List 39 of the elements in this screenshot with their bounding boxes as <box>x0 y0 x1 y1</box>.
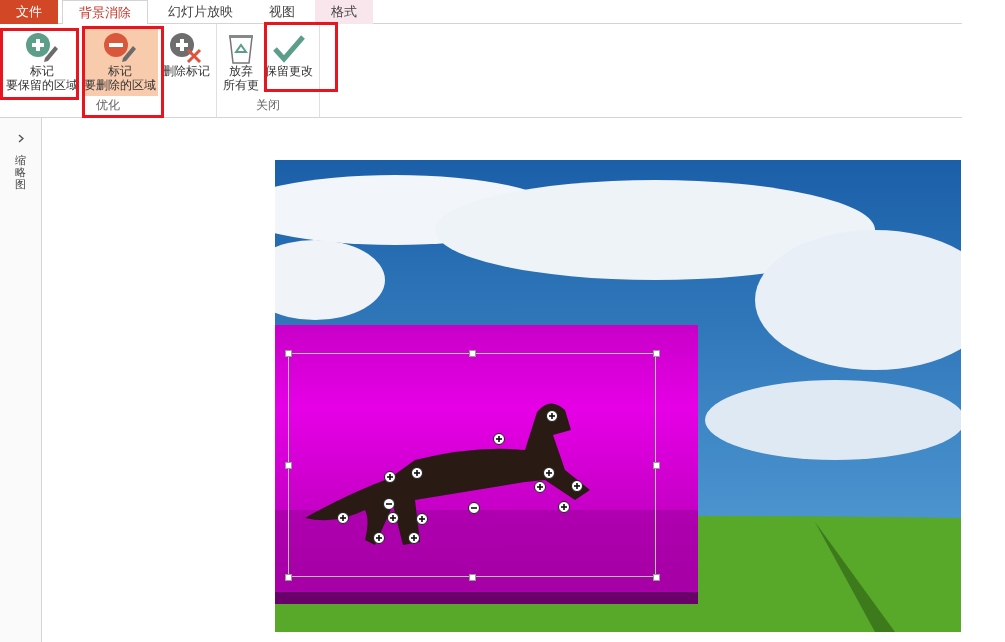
plus-mark-icon <box>534 481 546 493</box>
resize-handle[interactable] <box>469 350 476 357</box>
recycle-bin-icon <box>227 32 255 64</box>
resize-handle[interactable] <box>285 462 292 469</box>
plus-mark-icon <box>384 471 396 483</box>
plus-mark-icon <box>558 501 570 513</box>
plus-mark-icon <box>373 532 385 544</box>
minus-mark-icon <box>468 502 480 514</box>
group-label: 关闭 <box>256 97 280 114</box>
plus-mark-icon <box>416 513 428 525</box>
ribbon-tab[interactable]: 幻灯片放映 <box>152 0 249 24</box>
plus-mark-icon <box>387 512 399 524</box>
group-label: 优化 <box>96 97 120 114</box>
minus-mark-icon <box>383 498 395 510</box>
ribbon-button[interactable]: 标记 要删除的区域 <box>82 28 158 96</box>
resize-handle[interactable] <box>653 574 660 581</box>
plus-mark-icon <box>546 410 558 422</box>
resize-handle[interactable] <box>285 350 292 357</box>
resize-handle[interactable] <box>469 574 476 581</box>
ribbon-tab[interactable]: 视图 <box>253 0 311 24</box>
ribbon-tab[interactable]: 格式 <box>315 0 373 24</box>
resize-handle[interactable] <box>653 350 660 357</box>
plus-pencil-icon <box>25 32 59 64</box>
plus-mark-icon <box>408 532 420 544</box>
plus-mark-icon <box>571 480 583 492</box>
pane-label: 缩略图 <box>15 155 26 192</box>
plus-mark-icon <box>493 433 505 445</box>
selection-frame[interactable] <box>288 353 656 577</box>
chevron-icon[interactable] <box>17 134 24 143</box>
file-tab[interactable]: 文件 <box>0 0 58 24</box>
plus-mark-icon <box>337 512 349 524</box>
resize-handle[interactable] <box>653 462 660 469</box>
ribbon-button[interactable]: 放弃 所有更 <box>221 28 261 96</box>
plus-mark-icon <box>543 467 555 479</box>
plus-cross-icon <box>169 32 203 64</box>
ribbon-tab[interactable]: 背景消除 <box>62 0 148 24</box>
minus-pencil-icon <box>103 32 137 64</box>
resize-handle[interactable] <box>285 574 292 581</box>
plus-mark-icon <box>411 467 423 479</box>
